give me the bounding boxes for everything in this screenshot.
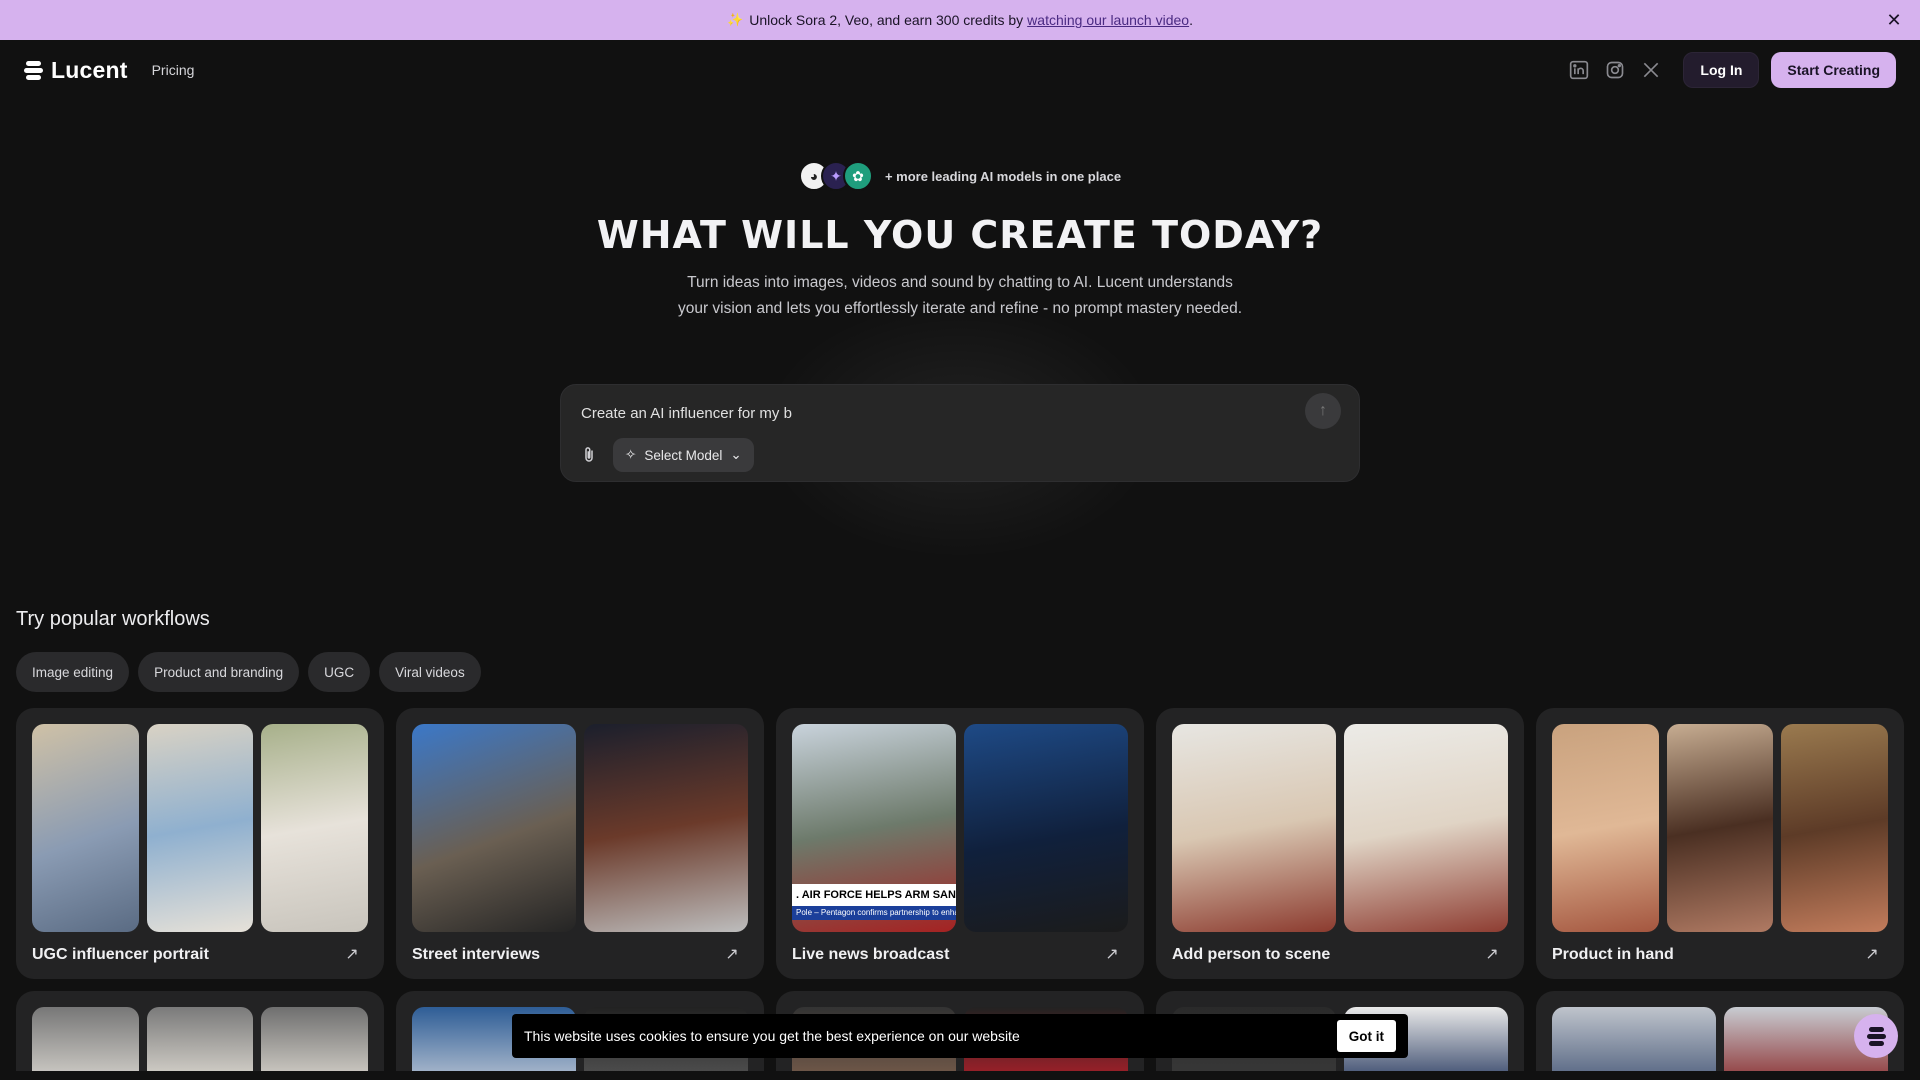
workflow-card-live-news[interactable]: . AIR FORCE HELPS ARM SAN Pole – Pentago… bbox=[776, 708, 1144, 979]
thumbnail-image bbox=[32, 724, 139, 932]
chip-product-branding[interactable]: Product and branding bbox=[138, 652, 300, 692]
hero-subtitle-line-2: your vision and lets you effortlessly it… bbox=[677, 300, 1243, 317]
close-icon[interactable]: ✕ bbox=[1882, 8, 1906, 32]
select-model-button[interactable]: ✧ Select Model ⌄ bbox=[613, 438, 754, 472]
thumbnail-image bbox=[1666, 724, 1774, 932]
workflows-heading: Try popular workflows bbox=[16, 608, 210, 630]
workflow-card-add-person[interactable]: Add person to scene ↗ bbox=[1156, 708, 1524, 979]
workflow-card-ugc-portrait[interactable]: UGC influencer portrait ↗ bbox=[16, 708, 384, 979]
thumbnail-image bbox=[1344, 724, 1508, 932]
workflow-filters: Image editing Product and branding UGC V… bbox=[16, 652, 481, 692]
models-text: + more leading AI models in one place bbox=[884, 168, 1122, 184]
arrow-up-right-icon: ↗ bbox=[1865, 946, 1879, 963]
lucent-logo-icon bbox=[1866, 1026, 1886, 1046]
card-title: Street interviews bbox=[412, 946, 541, 963]
news-subticker: Pole – Pentagon confirms partnership to … bbox=[792, 906, 956, 920]
thumbnail-image bbox=[261, 1007, 369, 1071]
chip-ugc[interactable]: UGC bbox=[308, 652, 371, 692]
x-icon[interactable] bbox=[1639, 58, 1663, 82]
thumbnail-image bbox=[1552, 1007, 1716, 1071]
lucent-logo-icon bbox=[24, 60, 43, 80]
hero-subtitle: Turn ideas into images, videos and sound… bbox=[660, 270, 1260, 322]
prompt-input[interactable] bbox=[581, 401, 1281, 425]
thumbnail-image bbox=[584, 724, 748, 932]
card-title: Live news broadcast bbox=[792, 946, 950, 963]
linkedin-icon[interactable] bbox=[1567, 58, 1591, 82]
top-nav: Lucent Pricing Log In Start Creating bbox=[0, 40, 1920, 100]
models-row: ◕ ✦ ✿ + more leading AI models in one pl… bbox=[0, 158, 1920, 194]
arrow-up-right-icon: ↗ bbox=[1485, 946, 1499, 963]
chevron-down-icon: ⌄ bbox=[730, 447, 742, 462]
arrow-up-right-icon: ↗ bbox=[345, 946, 359, 963]
thumbnail-image bbox=[261, 724, 369, 932]
openai-icon: ✿ bbox=[842, 161, 873, 191]
workflow-card[interactable] bbox=[16, 991, 384, 1071]
thumbnail-image bbox=[1552, 724, 1659, 932]
card-title: UGC influencer portrait bbox=[32, 946, 209, 963]
banner-text: Unlock Sora 2, Veo, and earn 300 credits… bbox=[749, 12, 1024, 28]
announcement-banner: ✨ Unlock Sora 2, Veo, and earn 300 credi… bbox=[0, 0, 1920, 40]
thumbnail-image bbox=[32, 1007, 139, 1071]
thumbnail-image bbox=[412, 724, 576, 932]
thumbnail-image bbox=[146, 724, 254, 932]
workflow-card-street-interviews[interactable]: Street interviews ↗ bbox=[396, 708, 764, 979]
banner-suffix: . bbox=[1189, 12, 1193, 28]
workflow-card[interactable] bbox=[1536, 991, 1904, 1071]
sparkle-icon: ✧ bbox=[625, 447, 637, 462]
instagram-icon[interactable] bbox=[1603, 58, 1627, 82]
news-ticker: . AIR FORCE HELPS ARM SAN bbox=[792, 884, 956, 906]
cookie-banner: This website uses cookies to ensure you … bbox=[512, 1014, 1408, 1058]
prompt-box: ↑ ✧ Select Model ⌄ bbox=[560, 384, 1360, 482]
arrow-up-right-icon: ↗ bbox=[1105, 946, 1119, 963]
chip-viral-videos[interactable]: Viral videos bbox=[379, 652, 481, 692]
cookie-accept-button[interactable]: Got it bbox=[1336, 1020, 1396, 1052]
cookie-text: This website uses cookies to ensure you … bbox=[524, 1028, 1020, 1044]
thumbnail-image bbox=[1781, 724, 1889, 932]
select-model-label: Select Model bbox=[644, 447, 723, 463]
thumbnail-image bbox=[964, 724, 1128, 932]
send-arrow-icon[interactable]: ↑ bbox=[1305, 393, 1341, 429]
paperclip-icon[interactable] bbox=[577, 443, 601, 467]
card-title: Add person to scene bbox=[1172, 946, 1331, 963]
workflow-card-product-in-hand[interactable]: Product in hand ↗ bbox=[1536, 708, 1904, 979]
brand-name: Lucent bbox=[51, 56, 128, 83]
card-title: Product in hand bbox=[1552, 946, 1674, 963]
logo[interactable]: Lucent bbox=[24, 57, 128, 84]
chip-image-editing[interactable]: Image editing bbox=[16, 652, 130, 692]
chat-launcher-button[interactable] bbox=[1854, 1014, 1898, 1058]
start-creating-button[interactable]: Start Creating bbox=[1771, 52, 1896, 88]
launch-video-link[interactable]: watching our launch video bbox=[1027, 12, 1189, 28]
thumbnail-image bbox=[1172, 724, 1336, 932]
arrow-up-right-icon: ↗ bbox=[725, 946, 739, 963]
login-button[interactable]: Log In bbox=[1683, 52, 1760, 88]
sparkle-icon: ✨ bbox=[727, 12, 744, 27]
hero-subtitle-line-1: Turn ideas into images, videos and sound… bbox=[687, 274, 1233, 291]
thumbnail-image bbox=[146, 1007, 254, 1071]
thumbnail-image: . AIR FORCE HELPS ARM SAN Pole – Pentago… bbox=[792, 724, 956, 932]
page-title: WHAT WILL YOU CREATE TODAY? bbox=[596, 213, 1324, 257]
nav-pricing-link[interactable]: Pricing bbox=[152, 62, 195, 78]
